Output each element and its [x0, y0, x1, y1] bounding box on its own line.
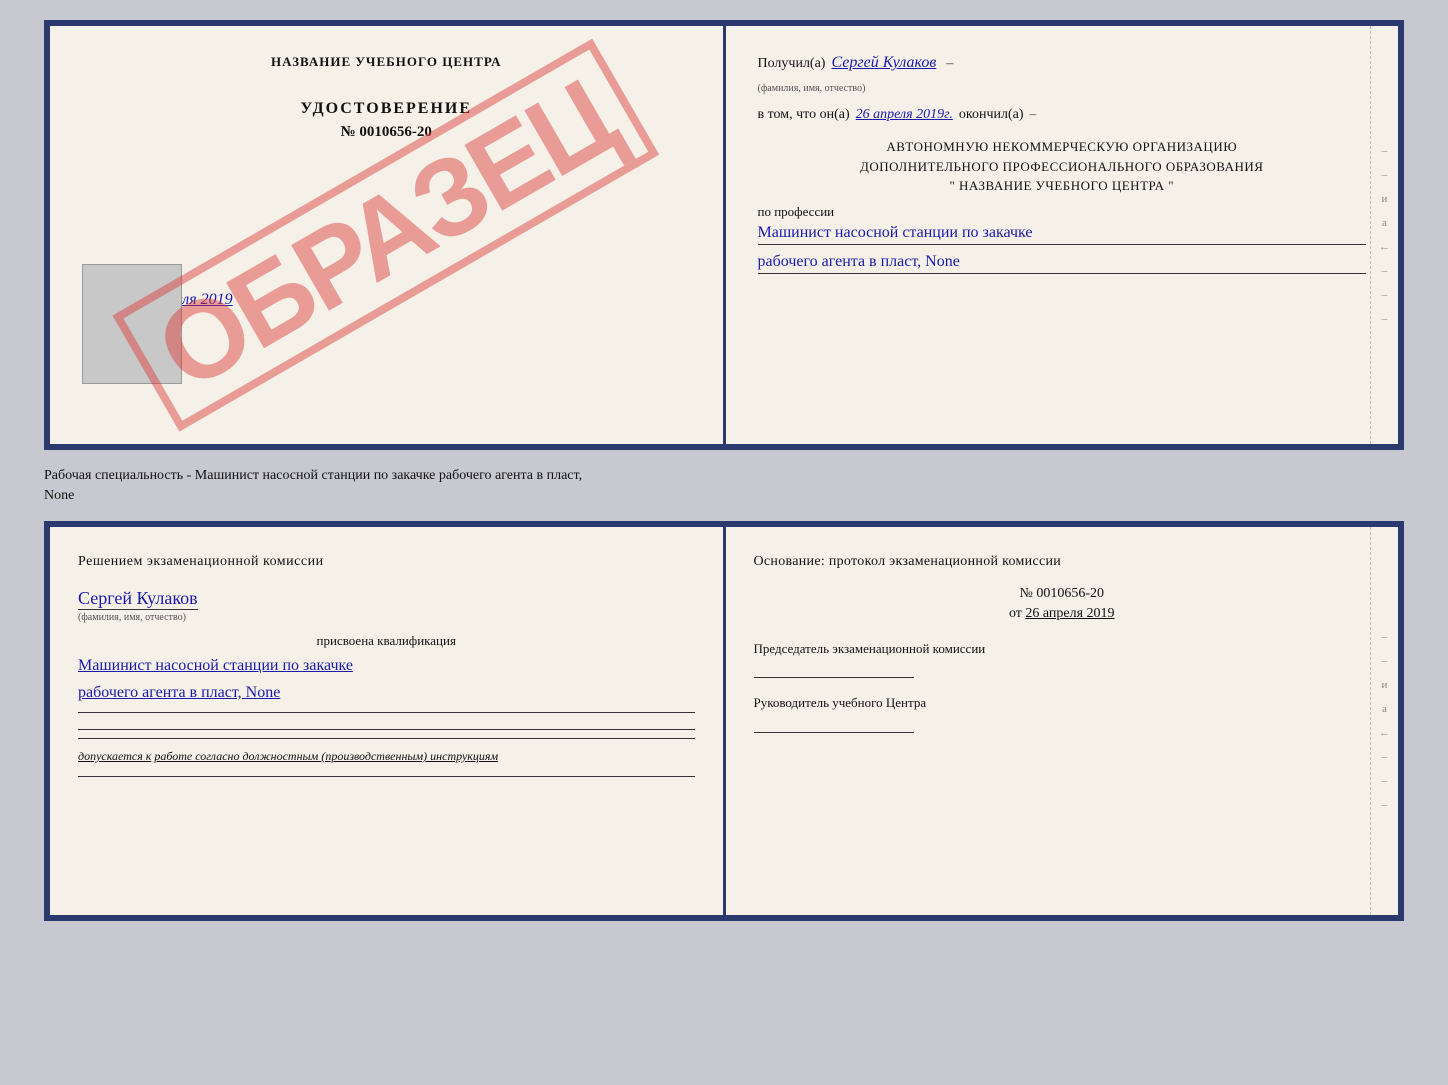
- person-name: Сергей Кулаков: [78, 588, 198, 610]
- bottom-right-content: Основание: протокол экзаменационной коми…: [754, 551, 1371, 732]
- chairman-signature-line: [754, 662, 914, 678]
- protocol-number: 0010656-20: [1036, 586, 1104, 601]
- chairman-label: Председатель экзаменационной комиссии: [754, 640, 1371, 658]
- bsm-4: а: [1382, 703, 1387, 715]
- side-marks: – – и а ← – – –: [1370, 26, 1398, 444]
- line-sep-1: [78, 712, 695, 713]
- side-mark-3: и: [1382, 193, 1388, 205]
- received-prefix: Получил(а): [758, 56, 826, 72]
- date-prefix: от: [1009, 606, 1022, 621]
- person-name-block: Сергей Кулаков: [78, 588, 695, 612]
- in-that-prefix: в том, что он(а): [758, 107, 850, 123]
- director-block: Руководитель учебного Центра: [754, 694, 1371, 732]
- bsm-6: –: [1382, 751, 1388, 763]
- bottom-right-panel: Основание: протокол экзаменационной коми…: [726, 527, 1399, 915]
- caption-line1: Рабочая специальность - Машинист насосно…: [44, 466, 1404, 486]
- cert-label: УДОСТОВЕРЕНИЕ: [82, 100, 691, 118]
- in-that-row: в том, что он(а) 26 апреля 2019г. окончи…: [758, 106, 1367, 123]
- bsm-8: –: [1382, 799, 1388, 811]
- qualification-label: присвоена квалификация: [78, 633, 695, 649]
- protocol-label: №: [1019, 586, 1032, 601]
- protocol-date: 26 апреля 2019: [1025, 606, 1114, 621]
- line-sep-4: [78, 776, 695, 777]
- допуск-value: работе согласно должностным (производств…: [154, 749, 498, 763]
- profession-label: по профессии: [758, 204, 1367, 220]
- bsm-3: и: [1382, 679, 1388, 691]
- side-mark-6: –: [1382, 265, 1388, 277]
- bottom-document: Решением экзаменационной комиссии Сергей…: [44, 521, 1404, 921]
- side-mark-5: ←: [1379, 241, 1390, 253]
- name-hint: (фамилия, имя, отчество): [758, 83, 866, 94]
- side-mark-4: а: [1382, 217, 1387, 229]
- body-line2: ДОПОЛНИТЕЛЬНОГО ПРОФЕССИОНАЛЬНОГО ОБРАЗО…: [758, 157, 1367, 177]
- received-name: Сергей Кулаков: [831, 54, 936, 72]
- bsm-1: –: [1382, 631, 1388, 643]
- допуск-text: допускается к работе согласно должностны…: [78, 749, 695, 764]
- protocol-date-row: от 26 апреля 2019: [754, 606, 1371, 622]
- caption-line2: None: [44, 486, 1404, 506]
- chairman-block: Председатель экзаменационной комиссии: [754, 640, 1371, 678]
- line-sep-2: [78, 729, 695, 730]
- bsm-7: –: [1382, 775, 1388, 787]
- institution-title: НАЗВАНИЕ УЧЕБНОГО ЦЕНТРА: [82, 54, 691, 70]
- qualification-line1: Машинист насосной станции по закачке: [78, 655, 695, 677]
- bottom-left-panel: Решением экзаменационной комиссии Сергей…: [50, 527, 726, 915]
- date-completed: 26 апреля 2019г.: [856, 107, 953, 123]
- protocol-number-row: № 0010656-20: [754, 586, 1371, 602]
- bsm-5: ←: [1379, 727, 1390, 739]
- finished-label: окончил(а): [959, 107, 1024, 123]
- body-text: АВТОНОМНУЮ НЕКОММЕРЧЕСКУЮ ОРГАНИЗАЦИЮ ДО…: [758, 137, 1367, 196]
- osnov-title: Основание: протокол экзаменационной коми…: [754, 551, 1371, 572]
- caption-text: Рабочая специальность - Машинист насосно…: [44, 466, 1404, 505]
- director-signature-line: [754, 717, 914, 733]
- bsm-2: –: [1382, 655, 1388, 667]
- side-mark-7: –: [1382, 289, 1388, 301]
- director-label: Руководитель учебного Центра: [754, 694, 1371, 712]
- cert-number: № 0010656-20: [82, 124, 691, 141]
- photo-placeholder: [82, 264, 182, 384]
- commission-title: Решением экзаменационной комиссии: [78, 551, 695, 572]
- side-mark-2: –: [1382, 169, 1388, 181]
- body-line1: АВТОНОМНУЮ НЕКОММЕРЧЕСКУЮ ОРГАНИЗАЦИЮ: [758, 137, 1367, 157]
- watermark: ОБРАЗЕЦ: [113, 38, 660, 431]
- profession-line1: Машинист насосной станции по закачке: [758, 224, 1367, 245]
- top-left-panel: НАЗВАНИЕ УЧЕБНОГО ЦЕНТРА ОБРАЗЕЦ УДОСТОВ…: [50, 26, 726, 444]
- side-mark-1: –: [1382, 145, 1388, 157]
- допуск-prefix: допускается к: [78, 749, 151, 763]
- top-document: НАЗВАНИЕ УЧЕБНОГО ЦЕНТРА ОБРАЗЕЦ УДОСТОВ…: [44, 20, 1404, 450]
- profession-line2: рабочего агента в пласт, None: [758, 253, 1367, 274]
- received-row: Получил(а) Сергей Кулаков – (фамилия, им…: [758, 54, 1367, 96]
- top-right-panel: Получил(а) Сергей Кулаков – (фамилия, им…: [726, 26, 1399, 444]
- bottom-name-hint: (фамилия, имя, отчество): [78, 612, 695, 623]
- line-sep-3: [78, 738, 695, 739]
- qualification-line2: рабочего агента в пласт, None: [78, 682, 695, 704]
- bottom-side-marks: – – и а ← – – –: [1370, 527, 1398, 915]
- side-mark-8: –: [1382, 313, 1388, 325]
- body-line3: " НАЗВАНИЕ УЧЕБНОГО ЦЕНТРА ": [758, 176, 1367, 196]
